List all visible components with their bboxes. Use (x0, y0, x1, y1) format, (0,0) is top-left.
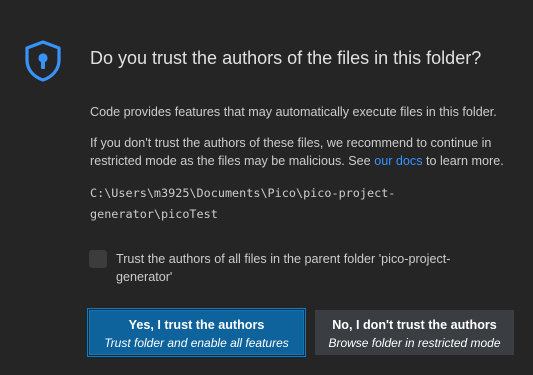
shield-lock-icon (22, 39, 64, 83)
trust-button-label: Yes, I trust the authors (128, 318, 265, 332)
trust-button[interactable]: Yes, I trust the authors Trust folder an… (87, 308, 306, 357)
dont-trust-button[interactable]: No, I don't trust the authors Browse fol… (315, 310, 514, 355)
warning-text-end: to learn more. (422, 154, 504, 168)
trust-parent-checkbox[interactable] (89, 250, 107, 268)
workspace-trust-dialog: Do you trust the authors of the files in… (0, 0, 533, 375)
dont-trust-button-subtitle: Browse folder in restricted mode (328, 336, 501, 350)
trust-parent-label[interactable]: Trust the authors of all files in the pa… (116, 250, 501, 286)
dialog-title: Do you trust the authors of the files in… (90, 48, 482, 68)
description-paragraph: Code provides features that may automati… (90, 105, 497, 119)
folder-path-line: C:\Users\m3925\Documents\Pico\pico-proje… (90, 186, 396, 200)
dont-trust-button-label: No, I don't trust the authors (332, 318, 497, 332)
warning-paragraph: If you don't trust the authors of these … (90, 134, 520, 170)
docs-link[interactable]: our docs (374, 154, 422, 168)
trust-button-subtitle: Trust folder and enable all features (104, 336, 289, 350)
folder-path-line: generator\picoTest (90, 207, 218, 221)
folder-path: C:\Users\m3925\Documents\Pico\pico-proje… (90, 183, 510, 225)
